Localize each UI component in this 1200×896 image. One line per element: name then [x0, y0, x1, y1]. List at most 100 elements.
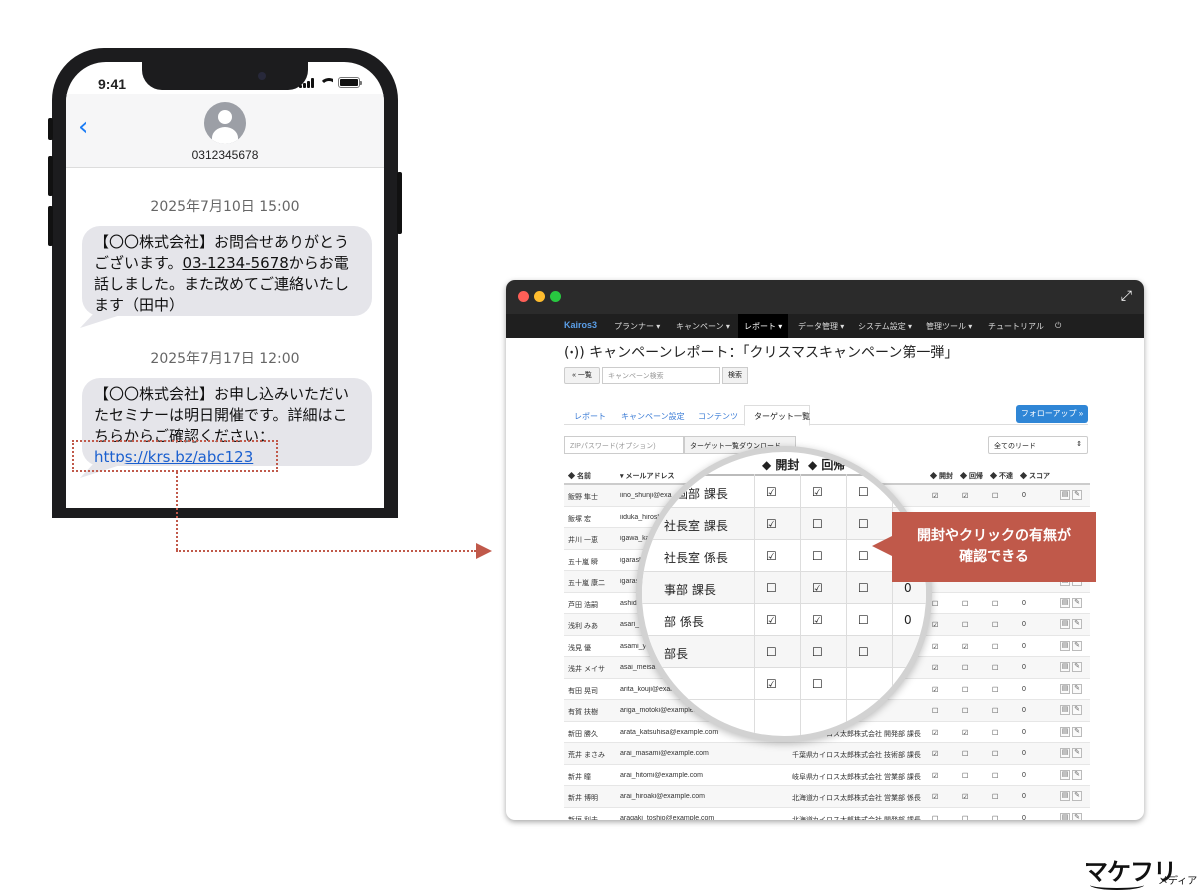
- cell-company: カイロス太郎株式会社 開発部 課長: [812, 816, 921, 821]
- nav-campaign[interactable]: キャンペーン ▾: [676, 321, 730, 332]
- cell-fail: ☐: [992, 622, 999, 629]
- lead-filter-select[interactable]: 全てのリード ⇕: [988, 436, 1088, 454]
- back-to-list-button[interactable]: « 一覧: [564, 367, 600, 384]
- nav-data-management[interactable]: データ管理 ▾: [798, 321, 844, 332]
- tab-target-list[interactable]: ターゲット一覧: [754, 411, 810, 422]
- chart-icon[interactable]: ▤: [1060, 490, 1070, 500]
- cell-score: 0: [1022, 814, 1026, 821]
- edit-icon[interactable]: ✎: [1072, 726, 1082, 737]
- cell-back: ☑: [962, 729, 969, 737]
- mag-cell-back: ☑: [812, 485, 823, 499]
- chart-icon[interactable]: ▤: [1060, 812, 1070, 820]
- zoom-window-icon[interactable]: [550, 291, 561, 302]
- header-score[interactable]: ◆ スコア: [1020, 471, 1050, 481]
- contact-avatar[interactable]: [204, 102, 246, 144]
- mag-cell-score: 0: [904, 613, 912, 627]
- cell-fail: ☐: [992, 729, 999, 737]
- followup-button[interactable]: フォローアップ »: [1016, 405, 1088, 423]
- cell-email: aragaki_toshio@example.com: [620, 814, 715, 821]
- power-icon[interactable]: ⏻: [1055, 321, 1061, 331]
- header-back[interactable]: ◆ 回帰: [960, 471, 983, 481]
- chart-icon[interactable]: ▤: [1060, 640, 1070, 651]
- header-fail[interactable]: ◆ 不達: [990, 471, 1013, 481]
- table-row[interactable]: 新井 瞳 arai_hitomi@example.com 岐阜県 カイロス太郎株式会社…: [564, 765, 1090, 786]
- nav-system-settings[interactable]: システム設定 ▾: [858, 321, 912, 332]
- cell-back: ☐: [962, 665, 969, 672]
- message-bubble: 【〇〇株式会社】お問合せありがとうございます。03-1234-5678からお電話…: [80, 226, 372, 328]
- mag-cell-title: 社長室 係長: [664, 551, 728, 565]
- cell-name: 新垣 利夫: [568, 816, 598, 821]
- message-date: 2025年7月10日 15:00: [150, 199, 300, 215]
- header-open[interactable]: ◆ 開封: [930, 471, 953, 481]
- back-chevron-icon[interactable]: ‹: [78, 114, 88, 140]
- table-row[interactable]: 新井 博明 arai_hiroaki@example.com 北海道 カイロス太郎株式…: [564, 786, 1090, 808]
- edit-icon[interactable]: ✎: [1072, 748, 1082, 758]
- cell-open: ☑: [932, 686, 939, 694]
- chart-icon[interactable]: ▤: [1060, 683, 1070, 694]
- table-row[interactable]: 新垣 利夫 aragaki_toshio@example.com 北海道 カイロス太郎…: [564, 808, 1090, 821]
- edit-icon[interactable]: ✎: [1072, 683, 1082, 694]
- mag-cell-open: ☑: [766, 613, 777, 627]
- cell-open: ☑: [932, 794, 939, 801]
- nav-planner[interactable]: プランナー ▾: [614, 321, 660, 332]
- tab-campaign-settings[interactable]: キャンペーン設定: [621, 411, 685, 422]
- edit-icon[interactable]: ✎: [1072, 640, 1082, 651]
- search-button[interactable]: 検索: [722, 367, 748, 384]
- chart-icon[interactable]: ▤: [1060, 705, 1070, 715]
- mag-cell-back: ☐: [812, 677, 823, 691]
- mag-cell-fail: ☐: [858, 517, 869, 531]
- edit-icon[interactable]: ✎: [1072, 791, 1082, 801]
- chart-icon[interactable]: ▤: [1060, 597, 1070, 608]
- edit-icon[interactable]: ✎: [1072, 619, 1082, 629]
- chart-icon[interactable]: ▤: [1060, 619, 1070, 629]
- cell-name: 浅井 メイサ: [568, 666, 605, 673]
- brand-logo[interactable]: Kairos3: [564, 320, 597, 330]
- logo-subtext: メディア: [1158, 876, 1198, 887]
- chart-icon[interactable]: ▤: [1060, 748, 1070, 758]
- edit-icon[interactable]: ✎: [1072, 769, 1082, 780]
- tab-contents[interactable]: コンテンツ: [698, 411, 738, 422]
- phone-number-link[interactable]: 03-1234-5678: [183, 254, 289, 272]
- chart-icon[interactable]: ▤: [1060, 662, 1070, 672]
- mag-cell-back: ☑: [812, 581, 823, 595]
- mag-cell-open: ☑: [766, 549, 777, 563]
- table-row[interactable]: 荒井 まさみ arai_masami@example.com 千葉県 カイロス太郎株式…: [564, 743, 1090, 765]
- cell-score: 0: [1022, 492, 1026, 499]
- cell-company: カイロス太郎株式会社 技術部 課長: [812, 752, 921, 759]
- chart-icon[interactable]: ▤: [1060, 726, 1070, 737]
- chart-icon[interactable]: ▤: [1060, 791, 1070, 801]
- header-name[interactable]: ◆ 名前: [568, 471, 591, 481]
- connector-line: [176, 550, 476, 552]
- link-highlight-box: [72, 440, 278, 472]
- callout-box: 開封やクリックの有無が 確認できる: [892, 512, 1096, 582]
- mag-cell-back: ☐: [812, 549, 823, 563]
- magnifier-lens: ◆ 開封◆ 回帰◆ 不達企画部 課長☑☑☐社長室 課長☑☐☐社長室 係長☑☐☐0…: [636, 446, 932, 742]
- tab-report[interactable]: レポート: [574, 411, 606, 422]
- minimize-window-icon[interactable]: [534, 291, 545, 302]
- edit-icon[interactable]: ✎: [1072, 812, 1082, 820]
- mag-header-fail[interactable]: ◆ 不達: [854, 456, 891, 473]
- mag-header-back[interactable]: ◆ 回帰: [808, 456, 845, 473]
- cell-email: arai_masami@example.com: [620, 750, 709, 757]
- nav-report[interactable]: レポート ▾: [744, 321, 782, 332]
- mag-header-open[interactable]: ◆ 開封: [762, 456, 799, 473]
- window-titlebar: ⤢: [506, 280, 1144, 314]
- cell-fail: ☐: [992, 686, 999, 694]
- close-window-icon[interactable]: [518, 291, 529, 302]
- nav-admin-tools[interactable]: 管理ツール ▾: [926, 321, 972, 332]
- campaign-search-input[interactable]: キャンペーン検索: [602, 367, 720, 384]
- edit-icon[interactable]: ✎: [1072, 597, 1082, 608]
- cell-score: 0: [1022, 599, 1026, 607]
- cell-score: 0: [1022, 642, 1026, 650]
- expand-icon[interactable]: ⤢: [1121, 288, 1132, 304]
- edit-icon[interactable]: ✎: [1072, 705, 1082, 715]
- cell-score: 0: [1022, 728, 1026, 736]
- nav-tutorial[interactable]: チュートリアル: [988, 321, 1044, 332]
- mag-cell-title: 部長: [664, 647, 689, 661]
- cell-open: ☑: [932, 493, 939, 500]
- chart-icon[interactable]: ▤: [1060, 769, 1070, 780]
- edit-icon[interactable]: ✎: [1072, 490, 1082, 500]
- edit-icon[interactable]: ✎: [1072, 662, 1082, 672]
- cell-open: ☑: [932, 772, 939, 780]
- mag-cell-fail: ☐: [858, 485, 869, 499]
